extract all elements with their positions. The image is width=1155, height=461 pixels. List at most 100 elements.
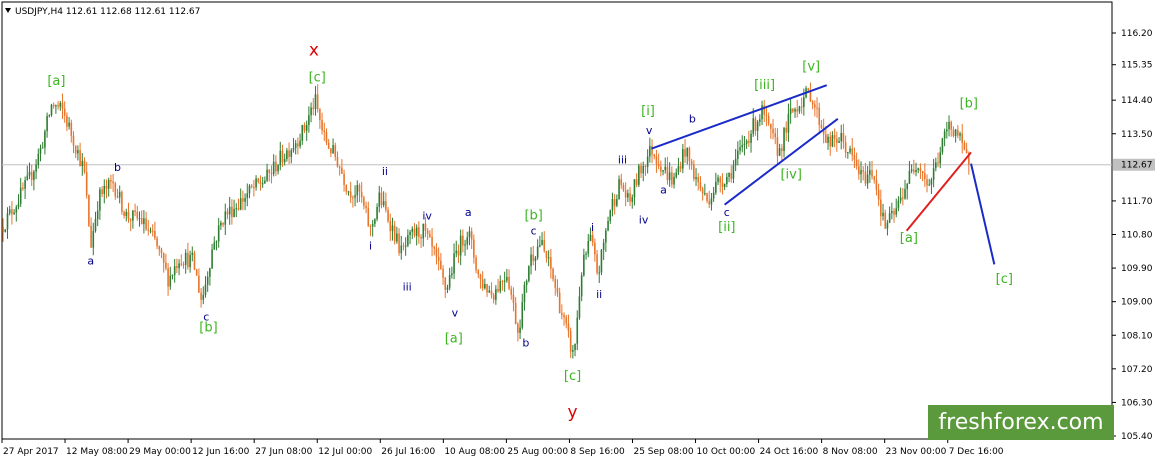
candle-body [884,212,887,229]
wave-label: i [591,221,594,234]
candle-body [242,198,244,202]
candle-body [266,169,268,181]
candle-body [222,222,224,225]
candle-body [503,280,506,282]
candle-body [596,254,598,273]
x-tick-label: 10 Oct 00:00 [697,447,756,457]
candle-body [171,274,174,276]
candle-body [481,279,484,289]
candle-body [202,294,205,300]
candle-body [794,109,796,112]
candle-body [880,199,882,217]
wave-label: b [689,113,696,126]
candle-body [314,94,317,109]
candle-body [61,102,64,109]
candle-body [948,121,950,130]
candle-body [24,180,26,189]
y-tick-label: 110.80 [1121,231,1153,241]
candle-body [369,226,372,228]
candle-body [666,166,669,181]
wave-label: [a] [445,332,463,347]
wave-label: iv [422,210,432,223]
x-tick-label: 25 Sep 08:00 [633,447,693,457]
candle-body [270,172,273,174]
candle-body [752,118,755,134]
candle-body [574,343,576,351]
candle-body [787,113,790,133]
wave-label: a [660,183,667,196]
candle-body [123,211,125,216]
candle-body [404,245,407,247]
candle-body [860,170,862,175]
candle-body [77,150,79,154]
candle-body [453,253,455,274]
candle-body [719,177,722,183]
candle-body [321,120,323,131]
candle-body [715,181,717,193]
candle-body [116,196,119,198]
candle-body [396,233,398,242]
candle-body [550,257,552,269]
candle-body [591,234,594,243]
candle-body [525,280,528,285]
y-tick-label: 115.35 [1121,61,1153,71]
wave-label: [b] [524,209,542,224]
candle-body [897,200,900,209]
candle-body [409,231,411,236]
candle-body [886,222,889,229]
candle-body [376,206,378,220]
candle-body [741,144,744,148]
candle-body [204,284,207,295]
x-tick-label: 27 Apr 2017 [3,447,59,457]
candle-body [140,218,143,225]
candle-body [455,250,458,254]
price-chart[interactable]: [a]abc[b]x[c]iiiiiiiv av[a][b]cb[c]yiiiii… [0,0,1155,461]
candle-body [646,156,649,167]
candle-body [871,170,873,177]
candle-body [209,268,211,277]
candle-body [547,257,550,259]
candle-body [165,262,167,269]
candle-body [517,323,519,333]
candle-body [660,166,662,172]
candle-body [770,123,772,129]
candle-body [345,184,348,192]
candle-body [915,170,917,173]
candle-body [534,257,537,261]
candle-body [820,124,823,128]
candle-body [341,167,343,174]
candle-body [508,276,510,289]
candle-body [127,211,130,220]
candle-body [173,266,176,275]
candle-body [521,302,524,328]
candle-body [789,108,792,114]
candle-body [235,208,238,210]
candle-body [869,170,871,175]
candle-body [748,140,750,143]
wave-label: y [568,402,578,422]
candle-body [35,164,37,172]
candle-body [110,179,112,182]
candle-body [231,206,233,218]
wave-label: iii [403,280,412,293]
candle-body [464,244,466,246]
candle-body [160,249,163,254]
candle-body [470,231,473,240]
candle-body [19,187,22,204]
candle-body [699,182,702,189]
candle-body [288,150,290,157]
candle-body [697,177,700,183]
candle-body [233,208,235,218]
candle-body [250,185,253,187]
candle-body [132,210,134,221]
candle-body [552,268,554,280]
candle-body [950,121,953,130]
candle-body [103,185,106,195]
candle-body [473,239,475,258]
candle-body [332,145,334,154]
candle-body [657,163,660,167]
symbol-header: USDJPY,H4 112.61 112.68 112.61 112.67 [15,7,200,17]
candle-body [8,209,11,214]
candle-body [215,241,218,243]
candle-body [704,193,706,195]
